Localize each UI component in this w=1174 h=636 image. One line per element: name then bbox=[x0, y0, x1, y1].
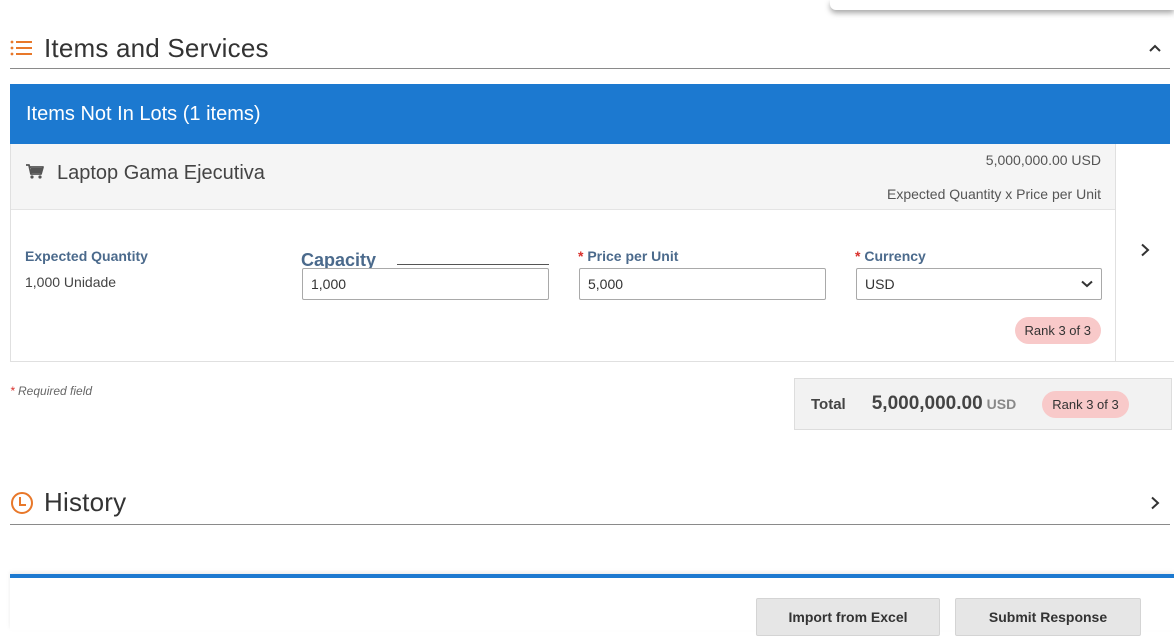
required-mark: * bbox=[10, 384, 15, 398]
chevron-right-icon bbox=[1140, 243, 1150, 262]
chevron-down-icon bbox=[1081, 280, 1093, 288]
price-per-unit-input[interactable] bbox=[579, 268, 826, 300]
expected-quantity-value: 1,000 Unidade bbox=[25, 274, 117, 290]
line-item-header: Laptop Gama Ejecutiva 5,000,000.00 USD E… bbox=[11, 144, 1115, 210]
lot-header: Items Not In Lots (1 items) bbox=[10, 84, 1170, 144]
submit-response-button[interactable]: Submit Response bbox=[955, 598, 1141, 636]
items-services-title: Items and Services bbox=[44, 32, 269, 63]
price-per-unit-label: * Price per Unit bbox=[578, 248, 678, 264]
line-item-card: Laptop Gama Ejecutiva 5,000,000.00 USD E… bbox=[10, 144, 1116, 362]
price-per-unit-label-text: Price per Unit bbox=[587, 248, 679, 264]
chevron-right-icon[interactable] bbox=[1140, 496, 1170, 510]
capacity-divider bbox=[397, 264, 549, 265]
lot-header-title: Items Not In Lots (1 items) bbox=[26, 102, 261, 125]
history-header[interactable]: History bbox=[10, 481, 1170, 525]
list-icon bbox=[10, 39, 44, 57]
total-rank-badge: Rank 3 of 3 bbox=[1042, 390, 1129, 418]
required-mark: * bbox=[855, 248, 861, 264]
item-total-formula: Expected Quantity x Price per Unit bbox=[887, 186, 1101, 202]
item-details-button[interactable] bbox=[1116, 144, 1174, 362]
currency-label: * Currency bbox=[855, 248, 926, 264]
expected-quantity-label: Expected Quantity bbox=[25, 248, 148, 264]
total-summary: Total 5,000,000.00 USD Rank 3 of 3 bbox=[794, 378, 1172, 430]
cart-icon bbox=[25, 162, 45, 185]
total-amount: 5,000,000.00 bbox=[871, 393, 983, 414]
required-field-note: * Required field bbox=[10, 384, 92, 398]
currency-select[interactable]: USD bbox=[856, 268, 1102, 300]
overlay-panel-edge bbox=[830, 0, 1174, 10]
history-title: History bbox=[44, 487, 127, 517]
items-services-header[interactable]: Items and Services bbox=[10, 28, 1170, 69]
total-currency: USD bbox=[986, 396, 1017, 412]
item-name: Laptop Gama Ejecutiva bbox=[57, 162, 265, 184]
required-mark: * bbox=[578, 248, 584, 264]
capacity-input[interactable] bbox=[302, 268, 549, 300]
required-note-text: Required field bbox=[18, 384, 93, 398]
action-footer: Import from Excel Submit Response bbox=[10, 574, 1174, 636]
item-total: 5,000,000.00 USD bbox=[985, 152, 1101, 168]
total-label: Total bbox=[811, 395, 846, 413]
chevron-up-icon[interactable] bbox=[1140, 43, 1170, 53]
clock-icon bbox=[10, 491, 44, 515]
import-from-excel-button[interactable]: Import from Excel bbox=[756, 598, 940, 636]
line-item-body: Expected Quantity 1,000 Unidade Capacity… bbox=[11, 210, 1115, 361]
item-rank-badge: Rank 3 of 3 bbox=[1014, 317, 1101, 344]
currency-selected-value: USD bbox=[865, 276, 895, 292]
currency-label-text: Currency bbox=[864, 248, 926, 264]
